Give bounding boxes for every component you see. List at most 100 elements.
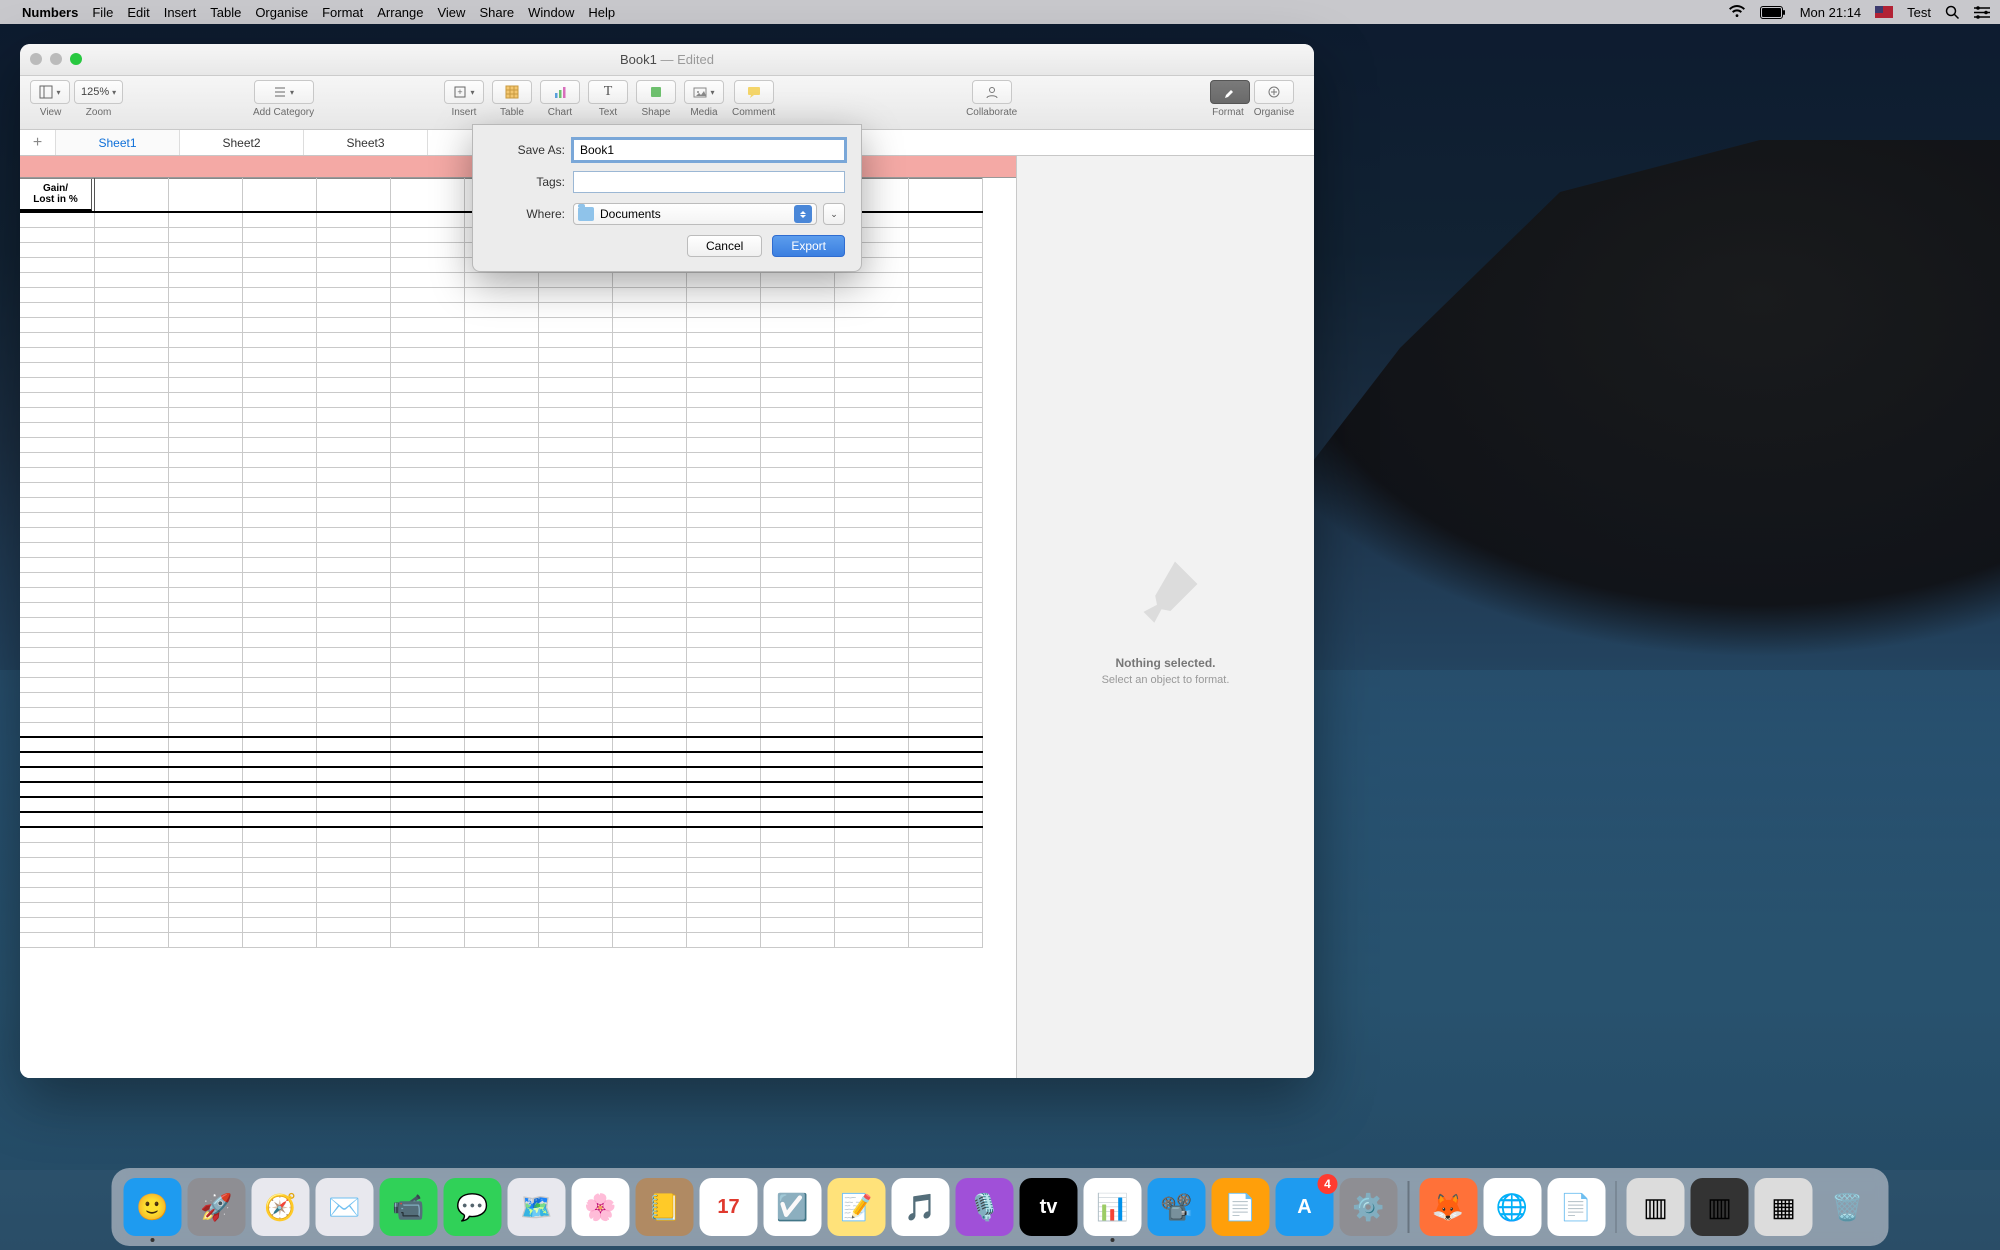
zoom-label: Zoom: [75, 107, 123, 118]
window-title: Book1 — Edited: [620, 52, 714, 67]
view-label: View: [31, 107, 71, 118]
input-source-icon[interactable]: [1875, 6, 1893, 18]
collaborate-label: Collaborate: [966, 107, 1017, 118]
dock-textedit[interactable]: 📄: [1547, 1178, 1605, 1236]
menu-organise[interactable]: Organise: [255, 5, 308, 20]
text-label: Text: [599, 107, 617, 118]
table-label: Table: [500, 107, 524, 118]
dock-recent3[interactable]: ▦: [1755, 1178, 1813, 1236]
where-select[interactable]: Documents: [573, 203, 817, 225]
dock-firefox[interactable]: 🦊: [1419, 1178, 1477, 1236]
zoom-button-toolbar[interactable]: 125%▾: [74, 80, 123, 104]
menu-view[interactable]: View: [437, 5, 465, 20]
chart-label: Chart: [548, 107, 572, 118]
organise-label: Organise: [1252, 107, 1296, 118]
dock-badge: 4: [1318, 1174, 1338, 1194]
menubar-user[interactable]: Test: [1907, 5, 1931, 20]
view-button[interactable]: ▾: [30, 80, 70, 104]
menu-window[interactable]: Window: [528, 5, 574, 20]
media-label: Media: [690, 107, 717, 118]
format-button[interactable]: [1210, 80, 1250, 104]
tab-sheet3[interactable]: Sheet3: [304, 130, 428, 155]
dock-contacts[interactable]: 📒: [636, 1178, 694, 1236]
tags-input[interactable]: [573, 171, 845, 193]
where-stepper-icon: [794, 205, 812, 223]
menu-edit[interactable]: Edit: [127, 5, 149, 20]
dock-reminders[interactable]: ☑️: [764, 1178, 822, 1236]
format-label: Format: [1208, 107, 1248, 118]
dock-mail[interactable]: ✉️: [316, 1178, 374, 1236]
export-dialog: Save As: Tags: Where: Documents ⌄ Cancel…: [472, 124, 862, 272]
insert-button[interactable]: +▾: [444, 80, 484, 104]
spreadsheet-canvas[interactable]: Gain/Lost in %: [20, 156, 1016, 1078]
add-category-button[interactable]: ▾: [254, 80, 314, 104]
dock-pages[interactable]: 📄: [1212, 1178, 1270, 1236]
control-center-icon[interactable]: [1974, 6, 1990, 19]
text-button[interactable]: T: [588, 80, 628, 104]
dock-preferences[interactable]: ⚙️: [1340, 1178, 1398, 1236]
dock-music[interactable]: 🎵: [892, 1178, 950, 1236]
comment-button[interactable]: [734, 80, 774, 104]
format-inspector: Nothing selected. Select an object to fo…: [1016, 156, 1314, 1078]
organise-button[interactable]: [1254, 80, 1294, 104]
menu-insert[interactable]: Insert: [164, 5, 197, 20]
titlebar[interactable]: Book1 — Edited: [20, 44, 1314, 76]
dock-recent2[interactable]: ▥: [1691, 1178, 1749, 1236]
dock-messages[interactable]: 💬: [444, 1178, 502, 1236]
menu-share[interactable]: Share: [479, 5, 514, 20]
dock-maps[interactable]: 🗺️: [508, 1178, 566, 1236]
dock-launchpad[interactable]: 🚀: [188, 1178, 246, 1236]
add-category-label: Add Category: [253, 107, 314, 118]
dock-facetime[interactable]: 📹: [380, 1178, 438, 1236]
menubar: Numbers File Edit Insert Table Organise …: [0, 0, 2000, 24]
comment-label: Comment: [732, 107, 775, 118]
folder-icon: [578, 207, 594, 221]
header-cell-gain-lost[interactable]: Gain/Lost in %: [20, 179, 92, 211]
app-menu[interactable]: Numbers: [22, 5, 78, 20]
menu-help[interactable]: Help: [588, 5, 615, 20]
dock-tv[interactable]: tv: [1020, 1178, 1078, 1236]
spotlight-icon[interactable]: [1945, 5, 1960, 20]
dock-photos[interactable]: 🌸: [572, 1178, 630, 1236]
media-button[interactable]: ▾: [684, 80, 724, 104]
save-as-label: Save As:: [489, 143, 565, 157]
shape-button[interactable]: [636, 80, 676, 104]
where-value: Documents: [600, 207, 661, 221]
dock-chrome[interactable]: 🌐: [1483, 1178, 1541, 1236]
dock-recent1[interactable]: ▥: [1627, 1178, 1685, 1236]
dock-appstore[interactable]: A4: [1276, 1178, 1334, 1236]
dock-numbers[interactable]: 📊: [1084, 1178, 1142, 1236]
tab-sheet2[interactable]: Sheet2: [180, 130, 304, 155]
zoom-button[interactable]: [70, 53, 82, 65]
menu-file[interactable]: File: [92, 5, 113, 20]
dock-trash[interactable]: 🗑️: [1819, 1178, 1877, 1236]
menu-format[interactable]: Format: [322, 5, 363, 20]
chart-button[interactable]: [540, 80, 580, 104]
menubar-clock[interactable]: Mon 21:14: [1800, 5, 1861, 20]
where-label: Where:: [489, 207, 565, 221]
table-button[interactable]: [492, 80, 532, 104]
menu-table[interactable]: Table: [210, 5, 241, 20]
expand-dialog-button[interactable]: ⌄: [823, 203, 845, 225]
dock-notes[interactable]: 📝: [828, 1178, 886, 1236]
dock-safari[interactable]: 🧭: [252, 1178, 310, 1236]
shape-label: Shape: [642, 107, 671, 118]
export-button[interactable]: Export: [772, 235, 845, 257]
inspector-title: Nothing selected.: [1115, 656, 1215, 670]
minimize-button[interactable]: [50, 53, 62, 65]
dock-podcasts[interactable]: 🎙️: [956, 1178, 1014, 1236]
battery-icon[interactable]: [1760, 6, 1786, 19]
tab-sheet1[interactable]: Sheet1: [56, 130, 180, 155]
wifi-icon[interactable]: [1728, 5, 1746, 19]
close-button[interactable]: [30, 53, 42, 65]
menu-arrange[interactable]: Arrange: [377, 5, 423, 20]
dock-finder[interactable]: 🙂: [124, 1178, 182, 1236]
collaborate-button[interactable]: [972, 80, 1012, 104]
add-sheet-button[interactable]: +: [20, 130, 56, 155]
dock-calendar[interactable]: 17: [700, 1178, 758, 1236]
cancel-button[interactable]: Cancel: [687, 235, 762, 257]
dock-keynote[interactable]: 📽️: [1148, 1178, 1206, 1236]
save-as-input[interactable]: [573, 139, 845, 161]
toolbar: ▾ 125%▾ ViewZoom ▾ Add Category +▾Insert…: [20, 76, 1314, 130]
brush-icon: [1121, 548, 1211, 638]
